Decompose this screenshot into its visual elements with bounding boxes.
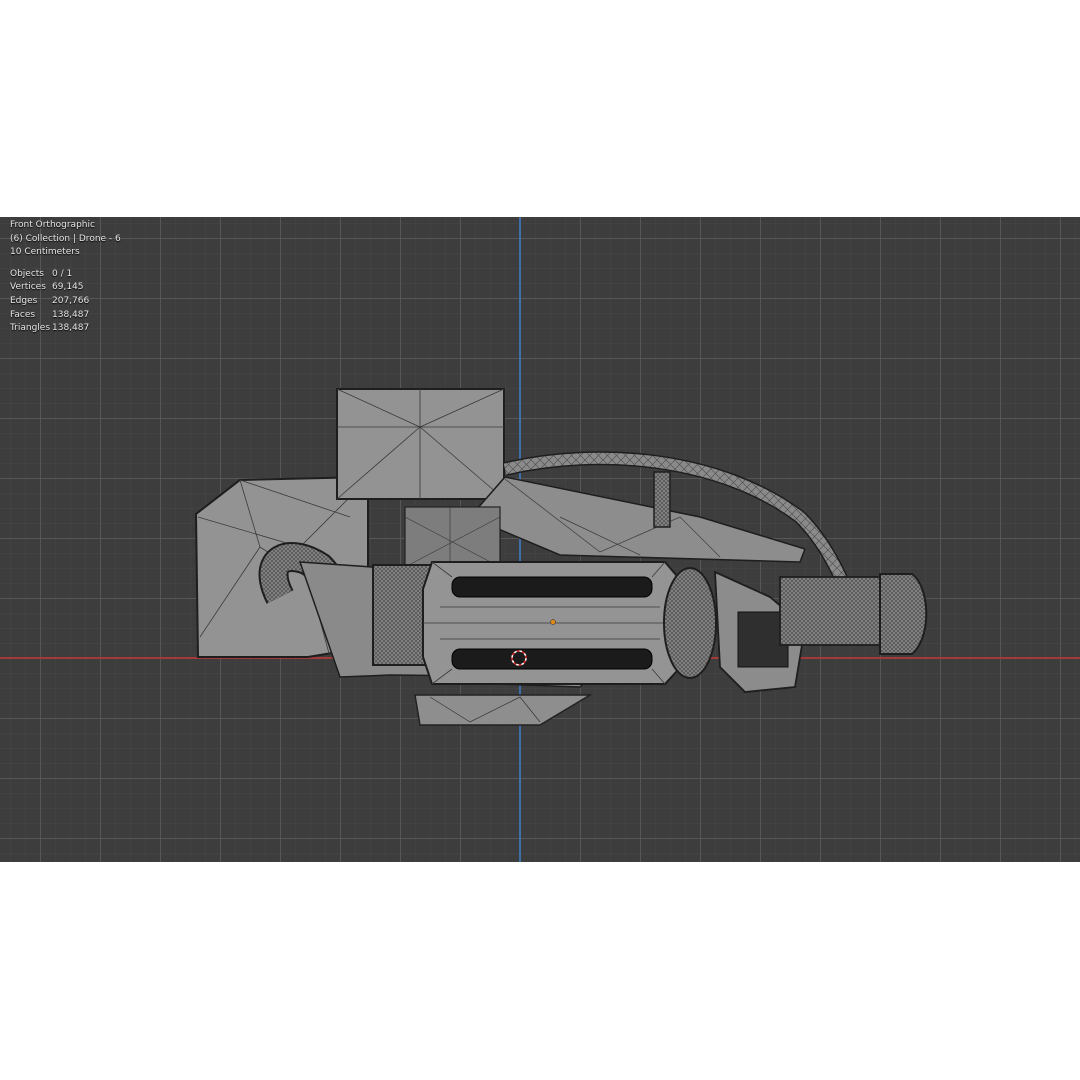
collection-label: (6) Collection | Drone - 6 <box>10 233 121 244</box>
top-box <box>336 388 505 500</box>
stat-key: Vertices <box>10 282 46 293</box>
stat-key: Triangles <box>10 323 51 334</box>
3d-viewport[interactable]: Front Orthographic (6) Collection | Dron… <box>0 217 1080 862</box>
object-origin-icon <box>550 619 556 625</box>
right-barrel <box>779 576 896 646</box>
round-connector <box>663 567 717 679</box>
scene-statistics: Objects 0 / 1 Vertices 69,145 Edges 207,766… <box>10 268 121 336</box>
viewport-overlay-text: Front Orthographic (6) Collection | Dron… <box>10 219 121 336</box>
stat-row: Triangles 138,487 <box>10 322 121 336</box>
stat-value: 69,145 <box>52 282 84 293</box>
right-knob <box>879 573 928 655</box>
stat-value: 138,487 <box>52 323 90 334</box>
bottom-fin <box>414 694 593 726</box>
stat-key: Faces <box>10 309 36 320</box>
drone-wireframe-model[interactable] <box>0 217 1080 862</box>
view-name: Front Orthographic <box>10 220 95 230</box>
stat-value: 0 / 1 <box>52 268 73 279</box>
vertical-screw <box>653 471 671 528</box>
grid-scale-label: 10 Centimeters <box>10 247 80 258</box>
stat-row: Edges 207,766 <box>10 295 121 309</box>
stat-value: 207,766 <box>52 295 90 306</box>
stat-row: Faces 138,487 <box>10 309 121 323</box>
stat-key: Objects <box>10 268 45 279</box>
stat-row: Objects 0 / 1 <box>10 268 121 282</box>
stat-key: Edges <box>10 295 38 306</box>
stat-value: 138,487 <box>52 309 90 320</box>
stat-row: Vertices 69,145 <box>10 281 121 295</box>
